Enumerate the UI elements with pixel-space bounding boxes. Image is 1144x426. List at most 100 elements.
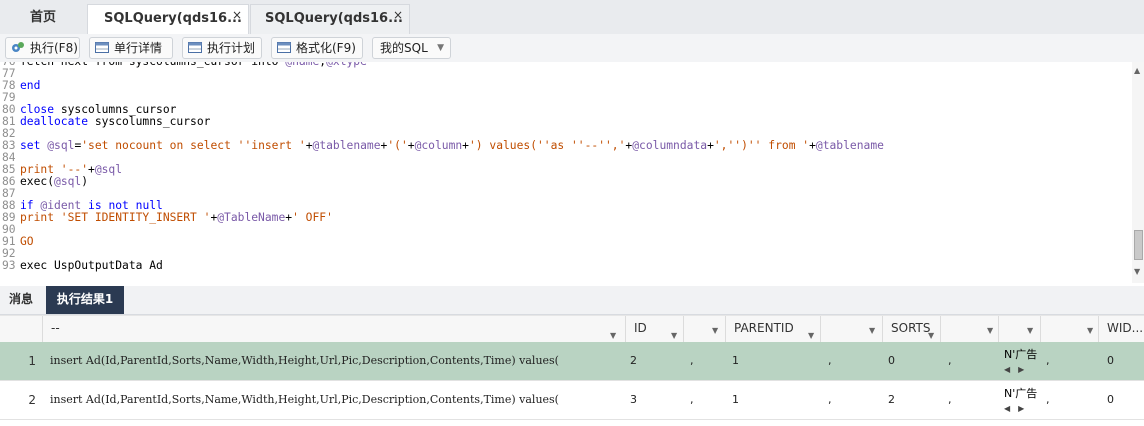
scroll-up-icon[interactable]: ▲ [1134, 66, 1140, 75]
code-token: exec( [20, 175, 55, 188]
code-token: @sql [94, 163, 123, 176]
filter-icon[interactable]: ▼ [1087, 318, 1093, 343]
cell-sep3[interactable]: , [948, 381, 952, 419]
code-line[interactable]: 89 print 'SET IDENTITY_INSERT '+@TableNam… [0, 212, 884, 224]
cell-parentid[interactable]: 1 [732, 381, 739, 419]
code-token: end [20, 79, 41, 92]
execute-button[interactable]: 执行(F8) [5, 37, 80, 59]
cell-sql[interactable]: insert Ad(Id,ParentId,Sorts,Name,Width,H… [50, 342, 559, 380]
filter-icon[interactable]: ▼ [869, 318, 875, 343]
code-line[interactable]: 91 GO [0, 236, 884, 248]
code-token: deallocate [20, 115, 89, 128]
scroll-down-icon[interactable]: ▼ [1134, 267, 1140, 276]
column-header-id-label: ID [634, 321, 647, 335]
close-icon[interactable]: × [232, 1, 242, 29]
cell-sep4[interactable]: , [1046, 342, 1050, 380]
format-label: 格式化(F9) [296, 41, 356, 55]
code-line[interactable]: 85 print '--'+@sql [0, 164, 884, 176]
column-header-blank-1[interactable]: ▼ [683, 316, 725, 342]
column-header-blank-3[interactable]: ▼ [940, 316, 998, 342]
column-header-blank-4[interactable]: ▼ [1040, 316, 1098, 342]
cell-sql[interactable]: insert Ad(Id,ParentId,Sorts,Name,Width,H… [50, 381, 559, 419]
column-header-name[interactable]: ▼ [998, 316, 1040, 342]
column-header-blank-2[interactable]: ▼ [820, 316, 882, 342]
execute-icon [12, 42, 24, 52]
code-token: @TableName [217, 211, 286, 224]
execution-plan-button[interactable]: 执行计划 [182, 37, 262, 59]
row-detail-button[interactable]: 单行详情 [89, 37, 173, 59]
my-sql-label: 我的SQL [380, 41, 428, 55]
tab-messages[interactable]: 消息 [0, 286, 42, 314]
scrollbar-thumb[interactable] [1134, 230, 1143, 260]
filter-icon[interactable]: ▼ [712, 318, 718, 343]
column-header-parentid[interactable]: PARENTID ▼ [725, 316, 820, 342]
column-header-width[interactable]: WID... [1098, 316, 1144, 342]
cell-parentid[interactable]: 1 [732, 342, 739, 380]
code-token: @sql [47, 139, 75, 152]
column-header-parentid-label: PARENTID [734, 321, 794, 335]
code-token: print 'SET IDENTITY_INSERT ' [20, 211, 211, 224]
code-line[interactable]: 90 [0, 224, 884, 236]
code-line[interactable]: 78 end [0, 80, 884, 92]
code-token: 'set nocount on select ''insert ' [81, 139, 306, 152]
code-line[interactable]: 77 [0, 68, 884, 80]
code-token: @sql [54, 175, 82, 188]
cell-sep2[interactable]: , [828, 381, 832, 419]
code-token: syscolumns_cursor [88, 115, 211, 128]
code-token: ','')'' from ' [713, 139, 810, 152]
cell-id[interactable]: 2 [630, 342, 637, 380]
cell-sep1[interactable]: , [690, 342, 694, 380]
code-token: ) [81, 175, 89, 188]
column-header-id[interactable]: ID ▼ [625, 316, 683, 342]
row-detail-label: 单行详情 [114, 41, 163, 55]
code-line[interactable]: 83 set @sql='set nocount on select ''inse… [0, 140, 884, 152]
code-area[interactable]: 76fetch next from syscolumns_cursor into… [0, 62, 884, 272]
horizontal-scroll-icon[interactable]: ◀▶ [1004, 364, 1037, 376]
column-header-sql-label: -- [51, 321, 60, 335]
table-row[interactable]: 1 insert Ad(Id,ParentId,Sorts,Name,Width,… [0, 342, 1144, 381]
code-line[interactable]: 93 exec UspOutputData Ad [0, 260, 884, 272]
cell-width[interactable]: 0 [1107, 381, 1114, 419]
sql-editor[interactable]: 76fetch next from syscolumns_cursor into… [0, 62, 1132, 283]
cell-name[interactable]: N'广告 ◀▶ [1004, 349, 1037, 376]
filter-icon[interactable]: ▼ [987, 318, 993, 343]
filter-icon[interactable]: ▼ [1027, 318, 1033, 343]
cell-sep4[interactable]: , [1046, 381, 1050, 419]
code-token: + [809, 139, 816, 152]
execute-label: 执行(F8) [30, 41, 78, 55]
table-row[interactable]: 2 insert Ad(Id,ParentId,Sorts,Name,Width,… [0, 381, 1144, 420]
tab-sqlquery-1-label: SQLQuery(qds16... [104, 11, 242, 26]
cell-sep1[interactable]: , [690, 381, 694, 419]
code-token: + [407, 139, 415, 152]
cell-width[interactable]: 0 [1107, 342, 1114, 380]
format-button[interactable]: 格式化(F9) [271, 37, 363, 59]
column-header-sorts[interactable]: SORTS ▼ [882, 316, 940, 342]
table-icon [95, 42, 109, 53]
tab-home[interactable]: 首页 [0, 4, 86, 34]
code-line[interactable]: 81 deallocate syscolumns_cursor [0, 116, 884, 128]
cell-id[interactable]: 3 [630, 381, 637, 419]
code-token: ' OFF' [292, 211, 333, 224]
table-icon [188, 42, 202, 53]
column-header-sql[interactable]: -- ▼ [42, 316, 625, 342]
code-token: set [20, 139, 41, 152]
chevron-down-icon: ▼ [437, 43, 444, 53]
line-number: 93 [2, 259, 16, 272]
editor-scrollbar[interactable]: ▲ ▼ [1132, 62, 1144, 283]
close-icon[interactable]: × [393, 1, 403, 29]
tab-sqlquery-1[interactable]: SQLQuery(qds16... × [87, 4, 249, 34]
horizontal-scroll-icon[interactable]: ◀▶ [1004, 403, 1037, 415]
tab-sqlquery-2[interactable]: SQLQuery(qds16... × [250, 4, 410, 34]
cell-sep2[interactable]: , [828, 342, 832, 380]
cell-name[interactable]: N'广告 ◀▶ [1004, 388, 1037, 415]
cell-sorts[interactable]: 2 [888, 381, 895, 419]
cell-sorts[interactable]: 0 [888, 342, 895, 380]
cell-sep3[interactable]: , [948, 342, 952, 380]
code-line[interactable]: 86 exec(@sql) [0, 176, 884, 188]
tab-result-1[interactable]: 执行结果1 [46, 286, 124, 314]
code-token: + [88, 163, 95, 176]
cell-name-text: N'广告 [1004, 387, 1038, 400]
code-line[interactable]: 84 [0, 152, 884, 164]
my-sql-dropdown[interactable]: 我的SQL ▼ [372, 37, 451, 59]
execution-plan-label: 执行计划 [207, 41, 256, 55]
